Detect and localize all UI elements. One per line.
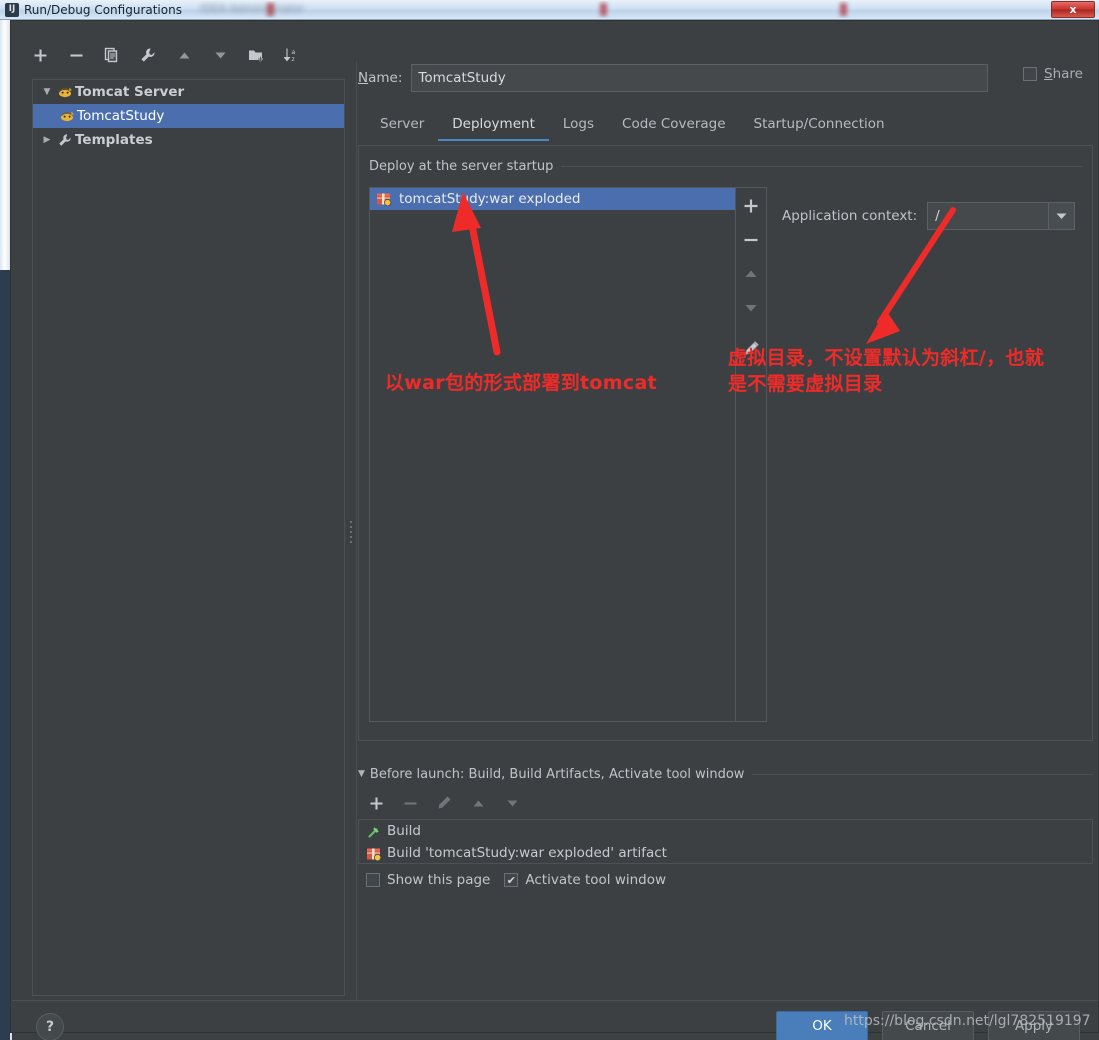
window-titlebar: IJ Run/Debug Configurations IDEA Adminis… (0, 0, 1099, 20)
copy-configuration-button[interactable] (97, 41, 127, 69)
artifact-icon (376, 191, 394, 207)
blurred-title-text: IDEA Administrator (200, 2, 305, 15)
deployment-artifacts-list[interactable]: tomcatStudy:war exploded (369, 187, 736, 722)
screenshot-root: IJ Run/Debug Configurations IDEA Adminis… (0, 0, 1099, 1040)
footer-divider (12, 1000, 1098, 1001)
hammer-icon (364, 823, 384, 839)
chevron-down-icon[interactable]: ▼ (358, 769, 365, 779)
wrench-icon (55, 133, 75, 147)
tomcat-icon (55, 86, 75, 99)
list-item-label: Build (387, 823, 421, 839)
chevron-down-icon[interactable] (1048, 203, 1075, 229)
panel-divider (356, 61, 357, 1001)
annotation-right-line1: 虚拟目录，不设置默认为斜杠/，也就 (728, 347, 1045, 369)
list-item-label: tomcatStudy:war exploded (399, 191, 581, 207)
annotation-right-note: 虚拟目录，不设置默认为斜杠/，也就 是不需要虚拟目录 (728, 345, 1044, 397)
group-divider (752, 773, 1093, 775)
help-button[interactable]: ? (36, 1013, 64, 1040)
list-item[interactable]: tomcatStudy:war exploded (370, 188, 735, 210)
configuration-name-row: Name: TomcatStudy (358, 63, 1093, 93)
move-artifact-up-button[interactable] (738, 261, 764, 287)
configurations-tree[interactable]: ▼ Tomcat Server TomcatStudy ▶ Templates (32, 79, 345, 996)
deployment-list-buttons (736, 187, 767, 722)
blurred-mark-1 (267, 3, 274, 16)
list-item[interactable]: Build 'tomcatStudy:war exploded' artifac… (359, 842, 1092, 864)
blurred-mark-3 (840, 3, 847, 16)
remove-configuration-button[interactable] (61, 41, 91, 69)
move-artifact-down-button[interactable] (738, 295, 764, 321)
remove-before-launch-task-button[interactable] (397, 791, 423, 815)
move-down-button[interactable] (205, 41, 235, 69)
remove-artifact-button[interactable] (738, 227, 764, 253)
tomcat-icon (57, 110, 77, 123)
add-artifact-button[interactable] (738, 193, 764, 219)
tab-logs[interactable]: Logs (549, 112, 608, 141)
deployment-panel: Deploy at the server startup tomcatStudy… (358, 145, 1093, 741)
background-window-strip-lower (0, 270, 10, 1040)
show-this-page-label: Show this page (387, 872, 491, 888)
share-checkbox[interactable] (1023, 67, 1037, 81)
configuration-tabs[interactable]: Server Deployment Logs Code Coverage Sta… (366, 109, 1091, 141)
share-label: Share (1044, 66, 1083, 82)
list-item[interactable]: Build (359, 820, 1092, 842)
tab-startup-connection[interactable]: Startup/Connection (740, 112, 899, 141)
deploy-group-title: Deploy at the server startup (369, 158, 554, 174)
tree-item-label: Tomcat Server (75, 84, 185, 100)
name-input[interactable]: TomcatStudy (411, 64, 989, 92)
move-up-button[interactable] (169, 41, 199, 69)
annotation-left-note: 以war包的形式部署到tomcat (385, 372, 657, 394)
add-configuration-button[interactable] (25, 41, 55, 69)
before-launch-task-list[interactable]: Build Build 'tomcatStudy:war exploded' a… (358, 819, 1093, 864)
application-context-value: / (935, 208, 940, 224)
before-launch-title: Before launch: Build, Build Artifacts, A… (369, 766, 745, 782)
chevron-down-icon[interactable]: ▼ (39, 87, 55, 97)
tree-item-label: TomcatStudy (77, 108, 165, 124)
intellij-idea-icon: IJ (5, 2, 19, 17)
show-this-page-group[interactable]: Show this page (366, 872, 490, 888)
edit-before-launch-task-button[interactable] (431, 791, 457, 815)
application-context-row: Application context: / (782, 202, 1076, 230)
artifact-icon (364, 845, 384, 861)
window-title: Run/Debug Configurations (24, 2, 182, 17)
tab-code-coverage[interactable]: Code Coverage (608, 112, 740, 141)
blurred-mark-2 (600, 3, 607, 16)
before-launch-options: Show this page Activate tool window (366, 872, 666, 888)
blurred-background-titlebar: IDEA Administrator (195, 1, 1055, 18)
configurations-toolbar: a z (25, 39, 335, 71)
folder-add-icon[interactable] (241, 41, 271, 69)
share-checkbox-group[interactable]: Share (1023, 66, 1083, 82)
tree-item-templates[interactable]: ▶ Templates (33, 128, 344, 152)
show-this-page-checkbox[interactable] (366, 873, 380, 887)
annotation-right-line2: 是不需要虚拟目录 (728, 373, 883, 395)
name-label: Name: (358, 70, 403, 86)
activate-tool-window-checkbox[interactable] (504, 873, 519, 887)
before-launch-toolbar (363, 791, 525, 815)
deploy-group-header: Deploy at the server startup (369, 158, 1082, 174)
splitter-handle[interactable] (347, 516, 355, 548)
svg-text:z: z (292, 56, 295, 63)
sort-az-icon[interactable]: a z (277, 41, 307, 69)
run-debug-configurations-dialog: a z ▼ Tomcat Server TomcatStudy ▶ Templa… (10, 20, 1099, 1040)
tree-item-tomcatstudy[interactable]: TomcatStudy (33, 104, 344, 128)
chevron-right-icon[interactable]: ▶ (39, 135, 55, 145)
application-context-combo[interactable]: / (927, 202, 1076, 230)
tree-item-tomcat-server[interactable]: ▼ Tomcat Server (33, 80, 344, 104)
close-window-button[interactable]: x (1051, 1, 1095, 18)
list-item-label: Build 'tomcatStudy:war exploded' artifac… (387, 845, 667, 861)
application-context-label: Application context: (782, 208, 918, 224)
wrench-icon[interactable] (133, 41, 163, 69)
watermark: https://blog.csdn.net/lgl782519197 (844, 1013, 1091, 1029)
add-before-launch-task-button[interactable] (363, 791, 389, 815)
before-launch-header[interactable]: ▼ Before launch: Build, Build Artifacts,… (358, 765, 1093, 783)
tab-deployment[interactable]: Deployment (438, 112, 549, 141)
tab-server[interactable]: Server (366, 112, 438, 141)
tree-item-label: Templates (75, 132, 153, 148)
activate-tool-window-label: Activate tool window (525, 872, 667, 888)
group-divider (561, 165, 1082, 167)
move-task-down-button[interactable] (499, 791, 525, 815)
svg-text:a: a (292, 49, 296, 56)
activate-tool-window-group[interactable]: Activate tool window (504, 872, 666, 888)
move-task-up-button[interactable] (465, 791, 491, 815)
